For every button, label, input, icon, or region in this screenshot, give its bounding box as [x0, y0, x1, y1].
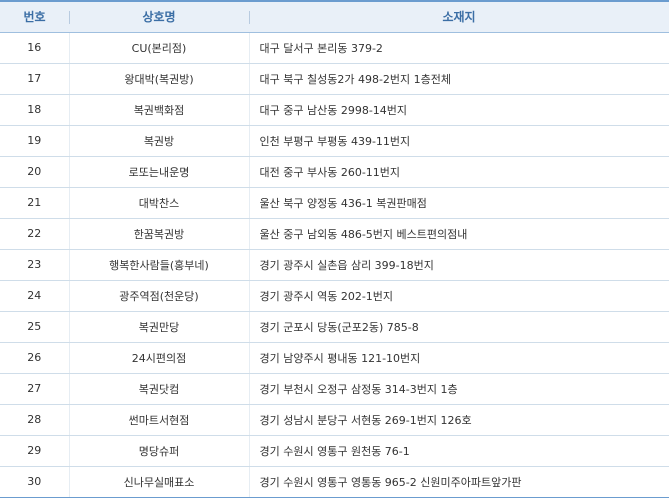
row-number: 30	[0, 466, 69, 498]
table-row: 26 24시편의점 경기 남양주시 평내동 121-10번지	[0, 342, 669, 374]
row-store-name: 행복한사람들(홍부네)	[68, 249, 249, 281]
row-number: 19	[0, 125, 69, 157]
table-header: 번호 상호명 소재지	[0, 0, 669, 33]
row-address: 경기 남양주시 평내동 121-10번지	[248, 342, 669, 374]
table-row: 25 복권만당 경기 군포시 당동(군포2동) 785-8	[0, 311, 669, 343]
row-address: 대전 중구 부사동 260-11번지	[248, 156, 669, 188]
row-number: 29	[0, 435, 69, 467]
table-body: 16 CU(본리점) 대구 달서구 본리동 379-2 17 왕대박(복권방) …	[0, 32, 669, 498]
table-row: 19 복권방 인천 부평구 부평동 439-11번지	[0, 125, 669, 157]
row-address: 대구 중구 남산동 2998-14번지	[248, 94, 669, 126]
row-number: 16	[0, 32, 69, 64]
row-number: 20	[0, 156, 69, 188]
row-store-name: 한꿈복권방	[68, 218, 249, 250]
row-number: 18	[0, 94, 69, 126]
row-store-name: 대박찬스	[68, 187, 249, 219]
row-number: 21	[0, 187, 69, 219]
header-row: 번호 상호명 소재지	[0, 0, 669, 33]
row-store-name: 복권만당	[68, 311, 249, 343]
table-row: 20 로또는내운명 대전 중구 부사동 260-11번지	[0, 156, 669, 188]
row-number: 17	[0, 63, 69, 95]
row-store-name: 복권백화점	[68, 94, 249, 126]
row-address: 경기 광주시 실촌읍 삼리 399-18번지	[248, 249, 669, 281]
table-row: 29 명당슈퍼 경기 수원시 영통구 원천동 76-1	[0, 435, 669, 467]
table-row: 22 한꿈복권방 울산 중구 남외동 486-5번지 베스트편의점내	[0, 218, 669, 250]
header-address: 소재지	[249, 0, 669, 33]
table-row: 30 신나무실매표소 경기 수원시 영통구 영통동 965-2 신원미주아파트앞…	[0, 466, 669, 498]
row-address: 대구 달서구 본리동 379-2	[248, 32, 669, 64]
row-store-name: CU(본리점)	[68, 32, 249, 64]
row-address: 인천 부평구 부평동 439-11번지	[248, 125, 669, 157]
header-store-name: 상호명	[69, 0, 249, 33]
table-row: 24 광주역점(천운당) 경기 광주시 역동 202-1번지	[0, 280, 669, 312]
row-address: 경기 광주시 역동 202-1번지	[248, 280, 669, 312]
row-store-name: 광주역점(천운당)	[68, 280, 249, 312]
row-store-name: 명당슈퍼	[68, 435, 249, 467]
table-row: 21 대박찬스 울산 북구 양정동 436-1 복권판매점	[0, 187, 669, 219]
row-store-name: 썬마트서현점	[68, 404, 249, 436]
row-address: 경기 성남시 분당구 서현동 269-1번지 126호	[248, 404, 669, 436]
row-address: 울산 북구 양정동 436-1 복권판매점	[248, 187, 669, 219]
row-address: 경기 수원시 영통구 영통동 965-2 신원미주아파트앞가판	[248, 466, 669, 498]
table-row: 18 복권백화점 대구 중구 남산동 2998-14번지	[0, 94, 669, 126]
row-address: 경기 수원시 영통구 원천동 76-1	[248, 435, 669, 467]
table-row: 17 왕대박(복권방) 대구 북구 칠성동2가 498-2번지 1층전체	[0, 63, 669, 95]
row-address: 울산 중구 남외동 486-5번지 베스트편의점내	[248, 218, 669, 250]
row-number: 28	[0, 404, 69, 436]
store-table: 번호 상호명 소재지 16 CU(본리점) 대구 달서구 본리동 379-2 1…	[0, 0, 669, 498]
table-row: 28 썬마트서현점 경기 성남시 분당구 서현동 269-1번지 126호	[0, 404, 669, 436]
row-store-name: 24시편의점	[68, 342, 249, 374]
row-number: 26	[0, 342, 69, 374]
row-store-name: 복권방	[68, 125, 249, 157]
row-store-name: 왕대박(복권방)	[68, 63, 249, 95]
row-store-name: 복권닷컴	[68, 373, 249, 405]
row-address: 대구 북구 칠성동2가 498-2번지 1층전체	[248, 63, 669, 95]
row-address: 경기 부천시 오정구 삼정동 314-3번지 1층	[248, 373, 669, 405]
row-address: 경기 군포시 당동(군포2동) 785-8	[248, 311, 669, 343]
table-row: 23 행복한사람들(홍부네) 경기 광주시 실촌읍 삼리 399-18번지	[0, 249, 669, 281]
row-store-name: 신나무실매표소	[68, 466, 249, 498]
header-number: 번호	[0, 0, 69, 33]
row-number: 22	[0, 218, 69, 250]
row-store-name: 로또는내운명	[68, 156, 249, 188]
table-row: 27 복권닷컴 경기 부천시 오정구 삼정동 314-3번지 1층	[0, 373, 669, 405]
table-row: 16 CU(본리점) 대구 달서구 본리동 379-2	[0, 32, 669, 64]
row-number: 27	[0, 373, 69, 405]
row-number: 23	[0, 249, 69, 281]
row-number: 24	[0, 280, 69, 312]
row-number: 25	[0, 311, 69, 343]
